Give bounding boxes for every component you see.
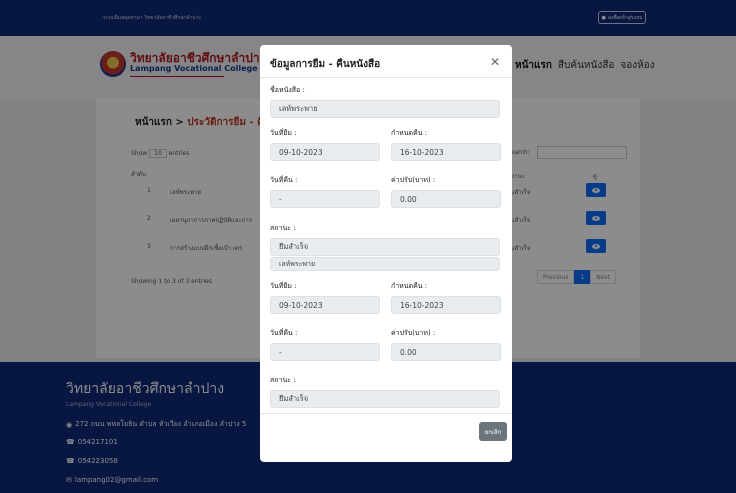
- fine-label: ค่าปรับ(บาท) :: [391, 176, 436, 184]
- close-icon[interactable]: ✕: [490, 55, 500, 69]
- fine-field-2[interactable]: 0.00: [391, 343, 501, 361]
- status-label-2: สถานะ :: [270, 376, 296, 384]
- return-date-field[interactable]: -: [270, 190, 380, 208]
- modal-header-divider: [260, 77, 512, 78]
- borrow-date-label-2: วันที่ยืม :: [270, 282, 297, 290]
- due-date-field-2[interactable]: 16-10-2023: [391, 296, 501, 314]
- return-date-label-2: วันที่คืน :: [270, 329, 298, 337]
- return-date-label: วันที่คืน :: [270, 176, 298, 184]
- fine-label-2: ค่าปรับ(บาท) :: [391, 329, 436, 337]
- due-date-label: กำหนดคืน :: [391, 129, 428, 137]
- due-date-field[interactable]: 16-10-2023: [391, 143, 501, 161]
- modal-title: ข้อมูลการยืม - คืนหนังสือ: [270, 59, 381, 70]
- book-name-label: ชื่อหนังสือ :: [270, 86, 305, 94]
- status-field[interactable]: ยืมสำเร็จ: [270, 238, 500, 256]
- borrow-detail-modal: ข้อมูลการยืม - คืนหนังสือ ✕ ชื่อหนังสือ …: [260, 45, 512, 462]
- status-field-2[interactable]: ยืมสำเร็จ: [270, 390, 500, 408]
- return-date-field-2[interactable]: -: [270, 343, 380, 361]
- modal-footer-divider: [260, 413, 512, 414]
- cancel-button[interactable]: ยกเลิก: [479, 422, 507, 441]
- book-name-field-2[interactable]: เลห์พระพาย: [270, 257, 500, 271]
- fine-field[interactable]: 0.00: [391, 190, 501, 208]
- borrow-date-field-2[interactable]: 09-10-2023: [270, 296, 380, 314]
- book-name-field[interactable]: เลห์พระพาย: [270, 100, 500, 118]
- borrow-date-field[interactable]: 09-10-2023: [270, 143, 380, 161]
- due-date-label-2: กำหนดคืน :: [391, 282, 428, 290]
- borrow-date-label: วันที่ยืม :: [270, 129, 297, 137]
- status-label: สถานะ :: [270, 224, 296, 232]
